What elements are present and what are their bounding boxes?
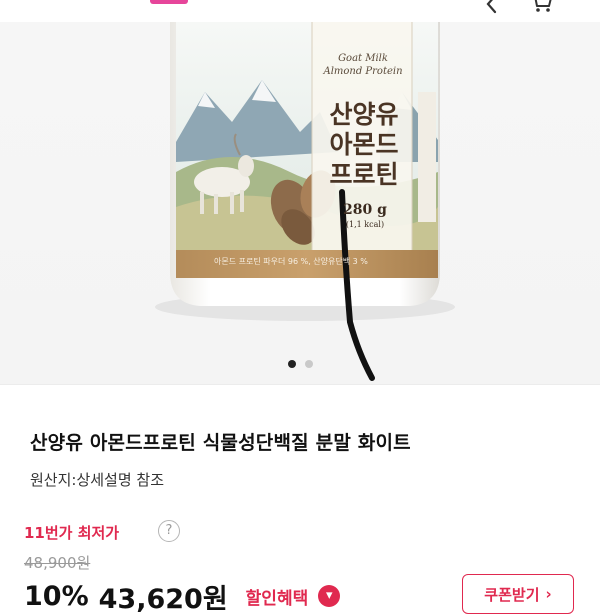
price-row: 10% 43,620원 할인혜택 ▾ [24, 576, 341, 616]
image-pager[interactable] [0, 360, 600, 370]
coupon-button-label: 쿠폰받기 [484, 585, 540, 604]
cart-icon[interactable] [528, 0, 554, 16]
package-weight: 280 g [343, 202, 387, 218]
package-label-korean: 산양유 아몬드 프로틴 [329, 100, 399, 189]
tab-indicator [150, 0, 188, 4]
pager-dot-active[interactable] [287, 360, 296, 368]
package-ingredient: 아몬드 프로틴 파우더 96 %, 산양유단백 3 % [214, 257, 368, 266]
coupon-button[interactable]: 쿠폰받기 › [462, 574, 574, 614]
discount-benefit-label[interactable]: 할인혜택 [246, 584, 309, 609]
lowest-price-label: 11번가 최저가 [24, 524, 120, 542]
pager-dot[interactable] [304, 360, 313, 368]
product-jar-illustration [155, 22, 455, 381]
share-icon[interactable] [480, 0, 504, 16]
product-title: 산양유 아몬드프로틴 식물성단백질 분말 화이트 [30, 432, 411, 454]
sale-price: 43,620원 [98, 583, 228, 615]
package-label-english: Goat Milk Almond Protein [323, 53, 403, 77]
product-origin: 원산지:상세설명 참조 [30, 471, 165, 489]
divider [0, 384, 600, 385]
package-kcal: (1,1 kcal) [345, 220, 385, 229]
product-image[interactable]: Goat Milk Almond Protein 산양유 아몬드 프로틴 280… [0, 22, 600, 384]
top-bar [0, 0, 600, 22]
original-price: 48,900원 [24, 554, 91, 572]
chevron-down-icon[interactable]: ▾ [318, 585, 341, 607]
question-icon[interactable]: ? [158, 520, 180, 542]
chevron-right-icon: › [545, 585, 552, 603]
discount-rate: 10% [24, 580, 89, 612]
